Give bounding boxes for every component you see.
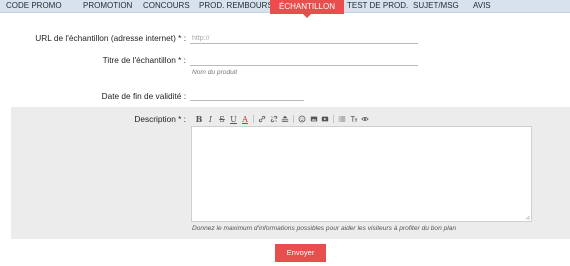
tab-concours[interactable]: CONCOURS [143,0,190,13]
toolbar-divider [333,115,334,123]
font-color-icon[interactable]: A [240,114,250,124]
title-input[interactable] [190,55,418,66]
list-icon[interactable] [337,114,347,124]
toolbar-divider [293,115,294,123]
editor-toolbar: B I S U A [194,114,372,124]
category-nav: CODE PROMO PROMOTION CONCOURS PROD. REMB… [0,0,570,18]
image-icon[interactable] [309,114,319,124]
title-label: Titre de l'échantillon * : [102,55,186,65]
url-label: URL de l'échantillon (adresse internet) … [35,33,186,43]
tab-test-de-prod[interactable]: TEST DE PROD. [347,0,408,13]
description-label: Description * : [134,114,186,124]
toolbar-divider [253,115,254,123]
tab-avis[interactable]: AVIS [473,0,491,13]
tab-promotion[interactable]: PROMOTION [83,0,132,13]
end-date-label: Date de fin de validité : [101,91,186,101]
title-hint: Nom du produit [192,69,238,76]
url-input[interactable] [190,33,418,44]
description-hint: Donnez le maximum d'informations possibl… [192,225,457,232]
description-editor[interactable] [191,126,532,222]
text-size-icon[interactable] [349,114,359,124]
resize-handle-icon[interactable] [525,215,530,220]
tab-prod-rembourse[interactable]: PROD. REMBOURSÉ [199,0,278,13]
underline-icon[interactable]: U [229,114,239,124]
bold-icon[interactable]: B [194,114,204,124]
tab-echantillon[interactable]: ÉCHANTILLON [270,0,345,18]
align-icon[interactable] [280,114,290,124]
tab-code-promo[interactable]: CODE PROMO [6,0,62,13]
end-date-input[interactable] [190,90,304,101]
link-icon[interactable] [257,114,267,124]
emoji-icon[interactable] [297,114,307,124]
unlink-icon[interactable] [269,114,279,124]
italic-icon[interactable]: I [206,114,216,124]
video-icon[interactable] [320,114,330,124]
submit-button[interactable]: Envoyer [275,244,326,262]
preview-icon[interactable] [360,114,370,124]
tab-sujet-msg[interactable]: SUJET/MSG [413,0,459,13]
strikethrough-icon[interactable]: S [217,114,227,124]
